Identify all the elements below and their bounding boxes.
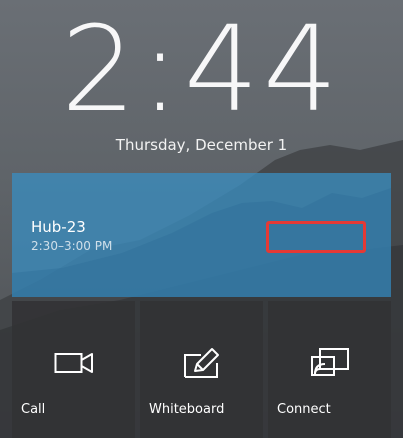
meeting-title: Hub-23 bbox=[31, 218, 86, 236]
action-tiles: Call Whiteboard Connect bbox=[12, 301, 391, 438]
call-tile[interactable]: Call bbox=[12, 301, 135, 438]
pen-whiteboard-icon bbox=[140, 345, 263, 381]
whiteboard-tile[interactable]: Whiteboard bbox=[140, 301, 263, 438]
join-button-highlight[interactable] bbox=[266, 221, 366, 253]
screen-cast-icon bbox=[268, 345, 391, 381]
whiteboard-label: Whiteboard bbox=[149, 402, 225, 417]
date-label: Thursday, December 1 bbox=[115, 136, 288, 154]
connect-tile[interactable]: Connect bbox=[268, 301, 391, 438]
video-camera-icon bbox=[12, 345, 135, 381]
clock: 2:44 bbox=[61, 0, 342, 138]
meeting-card[interactable]: Hub-23 2:30–3:00 PM bbox=[12, 173, 391, 297]
meeting-time: 2:30–3:00 PM bbox=[31, 239, 113, 253]
connect-label: Connect bbox=[277, 402, 331, 417]
call-label: Call bbox=[21, 402, 46, 417]
